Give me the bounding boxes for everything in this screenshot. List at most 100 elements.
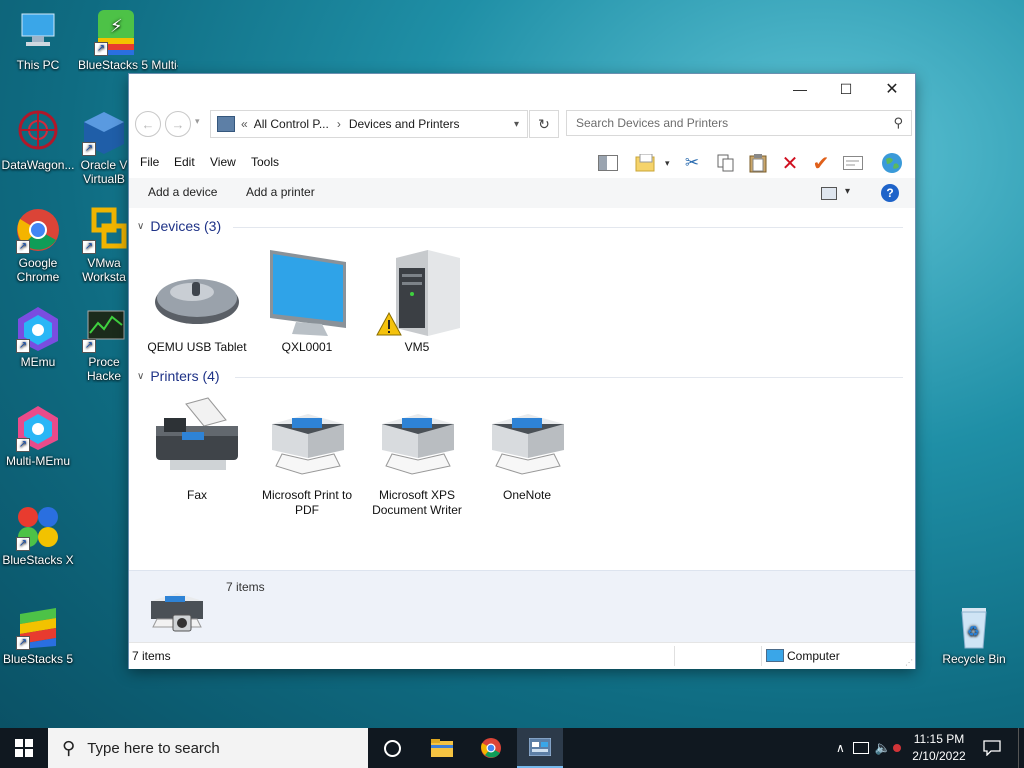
desktop-icon-recycle-bin[interactable]: ♻ Recycle Bin (936, 602, 1012, 666)
show-desktop-button[interactable] (1018, 728, 1024, 768)
group-header-devices[interactable]: ∨ Devices (3) (137, 218, 221, 234)
task-view-icon (383, 739, 401, 757)
desktop-icon-vmware[interactable]: ↗ VMwa Worksta (78, 206, 130, 284)
details-item-count: 7 items (226, 580, 265, 594)
menu-edit[interactable]: Edit (174, 155, 195, 169)
breadcrumb-all-control-panel[interactable]: All Control P... (254, 117, 329, 131)
control-panel-icon (529, 738, 551, 756)
printer-icon (482, 396, 572, 484)
desktop-icon-multi-memu[interactable]: ↗ Multi-MEmu (0, 404, 76, 468)
cut-icon[interactable]: ✂ (681, 152, 703, 174)
taskbar-search-box[interactable]: ⚲ Type here to search (48, 728, 368, 768)
breadcrumb-devices-and-printers[interactable]: Devices and Printers (349, 117, 460, 131)
printer-item[interactable]: Microsoft Print to PDF (252, 396, 362, 518)
close-button[interactable]: ✕ (869, 74, 915, 104)
device-item[interactable]: QXL0001 (252, 248, 362, 355)
network-icon[interactable] (852, 742, 869, 754)
taskbar-control-panel-active[interactable] (517, 728, 563, 768)
address-dropdown-chevron-icon[interactable]: ▾ (514, 119, 519, 130)
recent-locations-chevron-icon[interactable]: ▾ (195, 116, 200, 127)
printer-item[interactable]: OneNote (472, 396, 582, 503)
shortcut-arrow-icon: ↗ (82, 339, 96, 353)
desktop-icon-label: Proce Hacke (86, 355, 121, 383)
checkmark-icon[interactable]: ✔ (810, 152, 832, 175)
desktop-icon-oracle-virtualbox[interactable]: ↗ Oracle V VirtualB (78, 108, 130, 186)
resize-grip-icon[interactable]: ⋰ (905, 658, 913, 667)
add-printer-button[interactable]: Add a printer (246, 185, 315, 199)
status-bar: 7 items Computer ⋰ (129, 642, 915, 669)
taskbar: ⚲ Type here to search ∧ 🔈 11:15 PM 2/10/… (0, 728, 1024, 768)
desktop-icon-label: MEmu (20, 355, 56, 369)
desktop-icon-bluestacks-x[interactable]: ↗ BlueStacks X (0, 503, 76, 567)
volume-muted-icon[interactable]: 🔈 (875, 740, 891, 756)
desktop-icon-google-chrome[interactable]: ↗ Google Chrome (0, 206, 76, 284)
chrome-icon (481, 738, 501, 758)
printer-item[interactable]: Microsoft XPS Document Writer (362, 396, 472, 518)
menu-tools[interactable]: Tools (251, 155, 279, 169)
desktop-icon-label: DataWagon... (1, 158, 75, 172)
control-panel-icon (217, 116, 235, 132)
back-button[interactable]: ← (135, 111, 161, 137)
fax-icon (152, 396, 242, 484)
recycle-bin-icon: ♻ (950, 602, 998, 650)
printer-item[interactable]: Fax (142, 396, 252, 503)
collapse-chevron-icon[interactable]: ∨ (137, 221, 144, 232)
preview-pane-icon[interactable] (597, 152, 619, 174)
copy-icon[interactable] (715, 152, 737, 174)
view-options-icon[interactable] (821, 187, 837, 200)
desktop-icon-label: Recycle Bin (942, 652, 1006, 666)
group-divider (235, 377, 903, 378)
address-row: ← → ▾ « All Control P... › Devices and P… (129, 108, 915, 138)
refresh-button[interactable]: ↻ (529, 110, 559, 138)
breadcrumb-overflow[interactable]: « (241, 117, 248, 131)
minimize-button[interactable]: — (777, 74, 823, 104)
taskbar-file-explorer[interactable] (420, 728, 464, 768)
desktop-icon-label: Google Chrome (16, 256, 60, 284)
rename-icon[interactable] (842, 152, 864, 174)
paste-icon[interactable] (747, 152, 769, 174)
desktop-icon-this-pc[interactable]: This PC (0, 8, 76, 72)
folder-icon (431, 739, 453, 757)
help-icon[interactable]: ? (881, 184, 899, 202)
breadcrumb-separator[interactable]: › (337, 117, 341, 131)
properties-folder-icon[interactable] (634, 152, 656, 174)
computer-tower-icon (372, 248, 462, 336)
system-tray: ∧ 🔈 (836, 728, 907, 768)
group-header-printers[interactable]: ∨ Printers (4) (137, 368, 220, 384)
globe-icon[interactable] (881, 152, 903, 174)
collapse-chevron-icon[interactable]: ∨ (137, 371, 144, 382)
desktop-icon-process-hacker[interactable]: ↗ Proce Hacke (78, 305, 130, 383)
clock[interactable]: 11:15 PM 2/10/2022 (902, 731, 976, 765)
view-options-chevron-icon[interactable]: ▾ (845, 186, 850, 197)
task-view-button[interactable] (370, 728, 414, 768)
maximize-button[interactable]: ☐ (823, 74, 869, 104)
search-input[interactable]: Search Devices and Printers ⚲ (566, 110, 912, 136)
bluestacks-icon: ↗ (14, 602, 62, 650)
start-button[interactable] (0, 728, 48, 768)
taskbar-chrome[interactable] (469, 728, 513, 768)
desktop-icon-bluestacks-5[interactable]: ↗ BlueStacks 5 (0, 602, 76, 666)
device-item[interactable]: VM5 (362, 248, 472, 355)
device-item[interactable]: QEMU USB Tablet (142, 248, 252, 355)
menu-file[interactable]: File (140, 155, 159, 169)
action-center-button[interactable] (978, 728, 1006, 768)
forward-button[interactable]: → (165, 111, 191, 137)
desktop-icon-memu[interactable]: ↗ MEmu (0, 305, 76, 369)
menu-view[interactable]: View (210, 155, 236, 169)
show-hidden-icons-chevron-icon[interactable]: ∧ (836, 741, 845, 755)
title-bar[interactable]: — ☐ ✕ (129, 74, 915, 104)
shortcut-arrow-icon: ↗ (16, 438, 30, 452)
devices-and-printers-window[interactable]: — ☐ ✕ ← → ▾ « All Control P... › Devices… (129, 74, 915, 669)
items-view[interactable]: ∨ Devices (3) QEMU USB Tablet QXL0001 VM… (129, 208, 915, 570)
properties-dropdown-chevron-icon[interactable]: ▾ (665, 158, 670, 169)
desktop-icon-label: VMwa Worksta (82, 256, 126, 284)
delete-icon[interactable]: ✕ (779, 152, 801, 175)
item-label: Microsoft Print to PDF (261, 488, 353, 517)
add-device-button[interactable]: Add a device (148, 185, 217, 199)
item-label: Fax (186, 488, 207, 502)
address-bar[interactable]: « All Control P... › Devices and Printer… (210, 110, 528, 138)
group-title: Devices (3) (150, 218, 222, 234)
desktop-icon-datawagon[interactable]: DataWagon... (0, 108, 76, 172)
warning-icon (376, 312, 402, 336)
desktop-icon-bluestacks-multi[interactable]: ⚡ ↗ BlueStacks 5 Multi-Ins... (78, 8, 178, 72)
